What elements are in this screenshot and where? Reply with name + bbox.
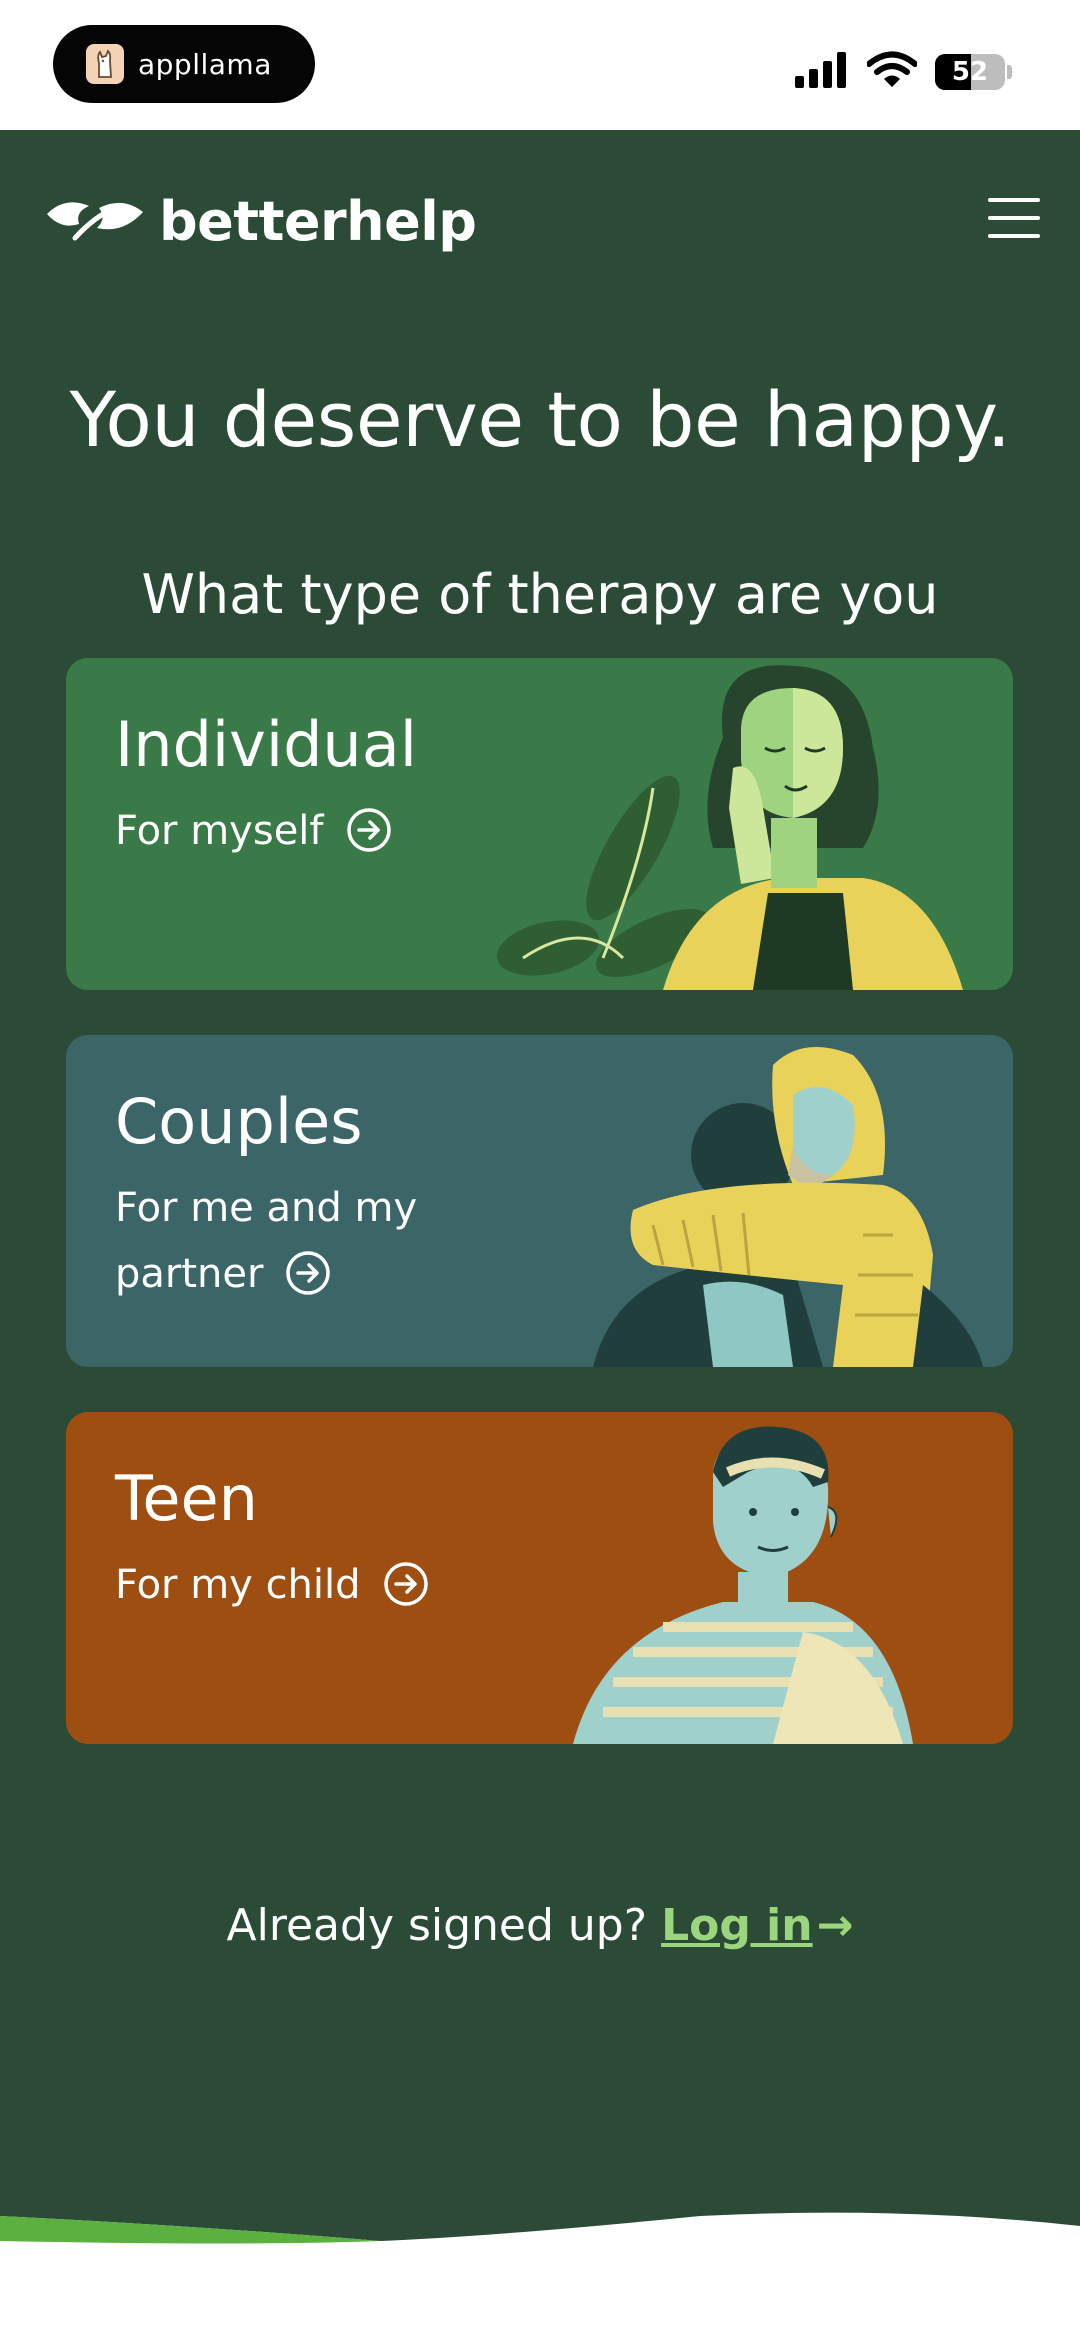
card-title: Individual [115,708,417,781]
individual-therapy-card[interactable]: Individual For myself [66,658,1013,990]
status-bar: appllama 52 [0,0,1080,130]
arrow-right-circle-icon [383,1562,428,1606]
card-subtitle-text: For me and my partner [115,1185,418,1297]
battery-level: 52 [951,57,989,87]
arrow-right-circle-icon [346,808,391,852]
bottom-wave-divider [0,2196,1080,2337]
card-subtitle: For me and my partner [115,1175,475,1307]
signal-icon [795,52,849,92]
couples-therapy-card[interactable]: Couples For me and my partner [66,1035,1013,1367]
login-prompt-text: Already signed up? [226,1900,648,1951]
brand-name: betterhelp [159,190,477,253]
leaf-hands-logo-icon [45,194,145,250]
llama-icon [86,44,124,84]
card-subtitle: For my child [115,1552,475,1618]
login-link[interactable]: Log in [661,1900,813,1951]
login-prompt: Already signed up? Log in→ [0,1900,1080,1951]
app-name: appllama [138,47,272,81]
card-title: Couples [115,1085,363,1158]
couple-illustration [593,1047,983,1367]
card-subtitle: For myself [115,798,475,864]
teen-therapy-card[interactable]: Teen For my child [66,1412,1013,1744]
arrow-right-icon[interactable]: → [817,1900,854,1951]
arrow-right-circle-icon [286,1251,331,1295]
status-icons: 52 [795,50,1012,94]
card-subtitle-text: For myself [115,808,324,854]
card-subtitle-text: For my child [115,1562,361,1608]
teen-boy-illustration [573,1426,913,1744]
app-indicator-pill[interactable]: appllama [53,25,315,103]
hamburger-menu-icon[interactable] [988,198,1040,238]
brand-logo[interactable]: betterhelp [45,190,477,253]
woman-illustration [496,665,963,990]
card-title: Teen [115,1462,258,1535]
battery-icon: 52 [935,54,1005,90]
battery-tip [1007,65,1012,79]
wifi-icon [866,51,918,93]
page-title: You deserve to be happy. [69,375,1011,464]
